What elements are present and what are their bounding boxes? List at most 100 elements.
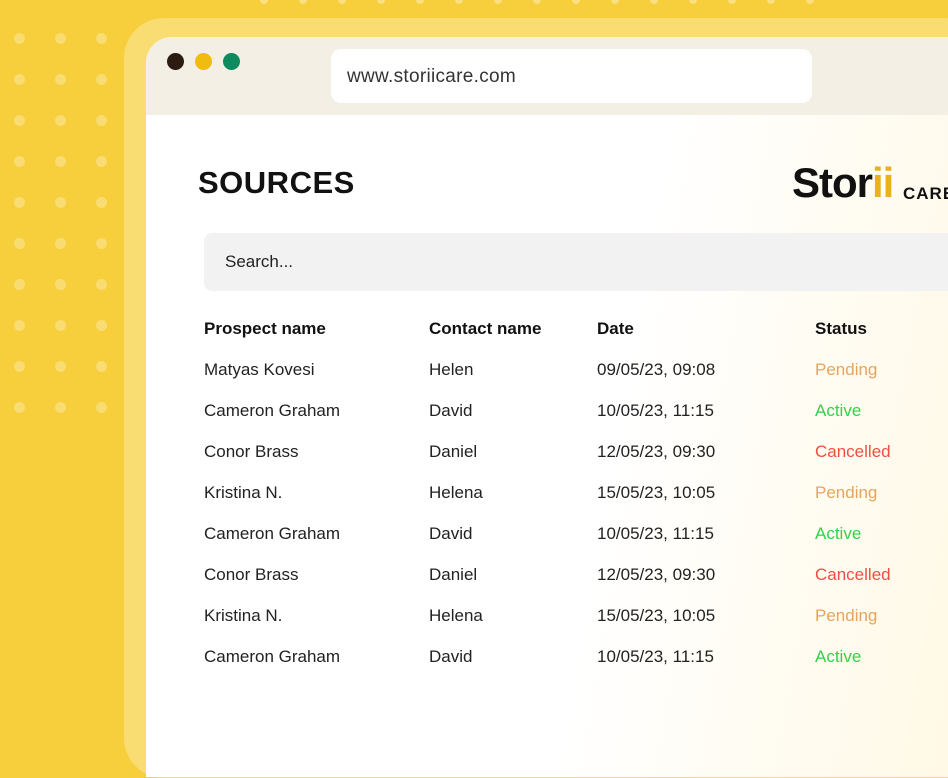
- table-header-row: Prospect name Contact name Date Status: [204, 319, 948, 360]
- cell-contact-name: Helena: [429, 483, 483, 502]
- cell-status: Active: [815, 647, 862, 666]
- cell-date: 10/05/23, 11:15: [597, 401, 714, 420]
- cell-status: Active: [815, 401, 862, 420]
- cell-contact-name: David: [429, 524, 473, 543]
- cell-contact-name: Daniel: [429, 565, 478, 584]
- background-dot: [806, 0, 814, 4]
- background-dot: [767, 0, 775, 4]
- background-dot: [96, 74, 107, 85]
- cell-status: Pending: [815, 483, 878, 502]
- cell-date: 15/05/23, 10:05: [597, 606, 716, 625]
- cell-contact-name: David: [429, 401, 473, 420]
- cell-status: Pending: [815, 606, 878, 625]
- background-dot: [96, 156, 107, 167]
- background-dot-pattern: [0, 0, 140, 735]
- search-input[interactable]: [204, 233, 948, 291]
- background-dot: [55, 238, 66, 249]
- cell-contact-name: David: [429, 647, 473, 666]
- cell-prospect-name: Matyas Kovesi: [204, 360, 315, 379]
- background-dot: [689, 0, 697, 4]
- background-dot: [55, 279, 66, 290]
- background-dot: [14, 402, 25, 413]
- address-bar[interactable]: www.storiicare.com: [331, 49, 812, 103]
- cell-date: 12/05/23, 09:30: [597, 565, 716, 584]
- cell-status: Active: [815, 524, 862, 543]
- cell-prospect-name: Kristina N.: [204, 483, 283, 502]
- background-dot: [96, 320, 107, 331]
- background-dot: [55, 402, 66, 413]
- browser-window: www.storiicare.com SOURCES Storii CARE P…: [146, 37, 948, 777]
- cell-contact-name: Helena: [429, 606, 483, 625]
- logo-subtext: CARE: [903, 184, 948, 203]
- background-top-dots: [260, 0, 820, 6]
- table-row[interactable]: Cameron Graham David 10/05/23, 11:15 Active: [204, 647, 948, 688]
- background-dot: [338, 0, 346, 4]
- column-header-date[interactable]: Date: [597, 319, 634, 339]
- cell-prospect-name: Cameron Graham: [204, 401, 341, 420]
- cell-date: 10/05/23, 11:15: [597, 524, 714, 543]
- logo-wordmark: Storii: [792, 159, 894, 206]
- background-dot: [494, 0, 502, 4]
- background-dot: [650, 0, 658, 4]
- column-header-status[interactable]: Status: [815, 319, 867, 339]
- cell-prospect-name: Conor Brass: [204, 565, 299, 584]
- background-dot: [377, 0, 385, 4]
- background-dot: [14, 320, 25, 331]
- cell-status: Cancelled: [815, 565, 891, 584]
- background-dot: [55, 156, 66, 167]
- maximize-window-button[interactable]: [223, 53, 240, 70]
- background-dot: [14, 197, 25, 208]
- background-dot: [14, 33, 25, 44]
- browser-titlebar: www.storiicare.com: [146, 37, 948, 115]
- cell-date: 09/05/23, 09:08: [597, 360, 716, 379]
- background-dot: [96, 279, 107, 290]
- cell-contact-name: Daniel: [429, 442, 478, 461]
- background-dot: [96, 361, 107, 372]
- table-row[interactable]: Cameron Graham David 10/05/23, 11:15 Active: [204, 401, 948, 442]
- cell-status: Cancelled: [815, 442, 891, 461]
- cell-contact-name: Helen: [429, 360, 474, 379]
- background-dot: [611, 0, 619, 4]
- table-body: Matyas Kovesi Helen 09/05/23, 09:08 Pending…: [204, 360, 948, 688]
- background-dot: [533, 0, 541, 4]
- background-dot: [728, 0, 736, 4]
- address-bar-url: www.storiicare.com: [347, 66, 517, 87]
- background-dot: [96, 115, 107, 126]
- cell-prospect-name: Cameron Graham: [204, 647, 341, 666]
- table-row[interactable]: Matyas Kovesi Helen 09/05/23, 09:08 Pending: [204, 360, 948, 401]
- background-dot: [14, 238, 25, 249]
- storii-care-logo: Storii CARE: [792, 159, 948, 207]
- sources-table: Prospect name Contact name Date Status M…: [204, 319, 948, 688]
- background-dot: [96, 197, 107, 208]
- background-dot: [96, 33, 107, 44]
- page-title: SOURCES: [198, 165, 355, 200]
- background-dot: [96, 402, 107, 413]
- table-row[interactable]: Conor Brass Daniel 12/05/23, 09:30 Cancelle…: [204, 565, 948, 606]
- search-box: [204, 233, 948, 291]
- background-dot: [455, 0, 463, 4]
- background-dot: [96, 238, 107, 249]
- minimize-window-button[interactable]: [195, 53, 212, 70]
- background-dot: [55, 33, 66, 44]
- table-row[interactable]: Kristina N. Helena 15/05/23, 10:05 Pending: [204, 483, 948, 524]
- table-row[interactable]: Conor Brass Daniel 12/05/23, 09:30 Cancelle…: [204, 442, 948, 483]
- table-row[interactable]: Kristina N. Helena 15/05/23, 10:05 Pending: [204, 606, 948, 647]
- background-dot: [572, 0, 580, 4]
- background-dot: [14, 279, 25, 290]
- background-dot: [55, 74, 66, 85]
- cell-status: Pending: [815, 360, 878, 379]
- close-window-button[interactable]: [167, 53, 184, 70]
- cell-date: 15/05/23, 10:05: [597, 483, 716, 502]
- background-dot: [55, 115, 66, 126]
- page-content: SOURCES Storii CARE Prospect name Contac…: [146, 115, 948, 777]
- logo-accent-letters: ii: [872, 159, 894, 206]
- column-header-contact-name[interactable]: Contact name: [429, 319, 541, 339]
- table-row[interactable]: Cameron Graham David 10/05/23, 11:15 Active: [204, 524, 948, 565]
- background-dot: [55, 361, 66, 372]
- background-dot: [55, 197, 66, 208]
- background-dot: [416, 0, 424, 4]
- background-dot: [14, 115, 25, 126]
- column-header-prospect-name[interactable]: Prospect name: [204, 319, 326, 339]
- cell-prospect-name: Kristina N.: [204, 606, 283, 625]
- background-dot: [14, 74, 25, 85]
